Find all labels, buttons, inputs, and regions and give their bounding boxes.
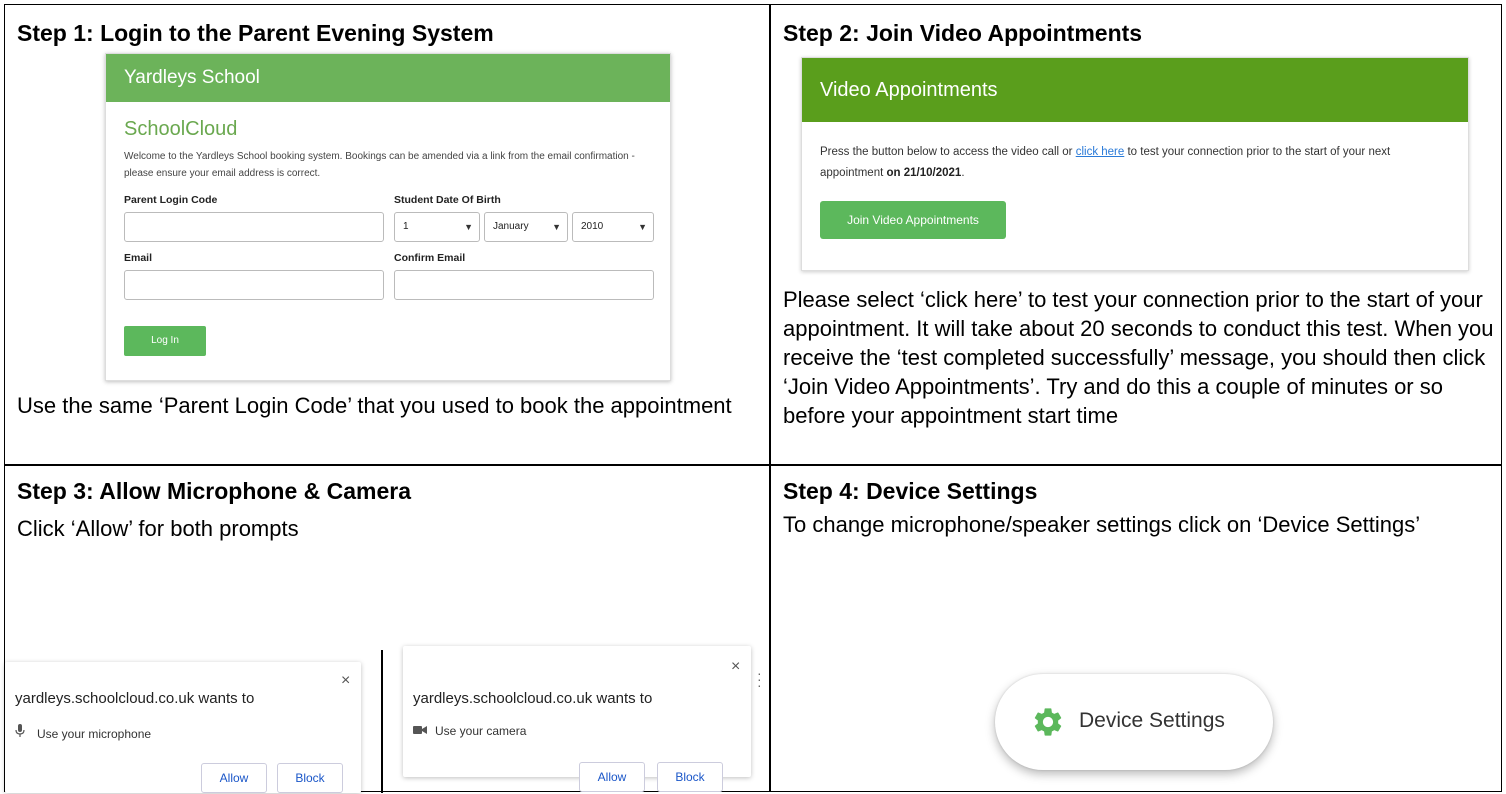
click-here-link[interactable]: click here <box>1076 146 1125 158</box>
video-text-end: . <box>961 167 965 179</box>
confirm-email-input[interactable] <box>394 270 654 300</box>
block-button[interactable]: Block <box>277 763 343 793</box>
more-vert-icon: · · · <box>757 665 762 693</box>
permission-text: Use your microphone <box>37 727 152 741</box>
dob-day-select[interactable]: 1 ▼ <box>394 212 480 242</box>
dob-year-value: 2010 <box>581 221 604 232</box>
step3-cell: Step 3: Allow Microphone & Camera Click … <box>5 466 769 793</box>
email-label: Email <box>124 252 153 264</box>
permission-text: Use your camera <box>435 724 527 738</box>
prompt-site-text: yardleys.schoolcloud.co.uk wants to <box>413 690 653 707</box>
dob-day-value: 1 <box>403 221 409 232</box>
email-input[interactable] <box>124 270 384 300</box>
dob-label: Student Date Of Birth <box>394 194 501 206</box>
instructions-table: Step 1: Login to the Parent Evening Syst… <box>4 4 1503 793</box>
step4-caption: To change microphone/speaker settings cl… <box>783 512 1421 537</box>
permission-row: Use your microphone <box>15 724 151 741</box>
dob-month-value: January <box>493 221 529 232</box>
login-code-label: Parent Login Code <box>124 194 218 206</box>
step4-cell: Step 4: Device Settings To change microp… <box>771 466 1503 793</box>
appointment-date: on 21/10/2021 <box>886 167 962 179</box>
device-settings-label: Device Settings <box>1079 709 1225 732</box>
prompt-divider <box>381 650 383 793</box>
device-settings-button[interactable]: Device Settings <box>995 674 1273 770</box>
login-button[interactable]: Log In <box>124 326 206 356</box>
step1-caption: Use the same ‘Parent Login Code’ that yo… <box>17 393 732 418</box>
login-header: Yardleys School <box>106 54 670 102</box>
step2-title: Step 2: Join Video Appointments <box>783 20 1143 46</box>
close-icon[interactable]: × <box>731 658 740 676</box>
step2-caption: Please select ‘click here’ to test your … <box>783 287 1494 428</box>
video-instructions: Press the button below to access the vid… <box>820 142 1450 184</box>
microphone-prompt: yardleys.schoolcloud.co.uk wants to × Us… <box>5 662 361 793</box>
step4-title: Step 4: Device Settings <box>783 478 1038 504</box>
login-code-input[interactable] <box>124 212 384 242</box>
close-icon[interactable]: × <box>341 672 350 690</box>
schoolcloud-title: SchoolCloud <box>124 118 238 140</box>
step3-caption: Click ‘Allow’ for both prompts <box>17 516 299 541</box>
step2-cell: Step 2: Join Video Appointments Video Ap… <box>771 5 1503 464</box>
chevron-down-icon: ▼ <box>638 222 647 232</box>
prompt-site-text: yardleys.schoolcloud.co.uk wants to <box>15 690 255 707</box>
step3-title: Step 3: Allow Microphone & Camera <box>17 478 412 504</box>
camera-prompt: yardleys.schoolcloud.co.uk wants to × Us… <box>403 646 751 792</box>
video-header: Video Appointments <box>802 58 1468 122</box>
block-button[interactable]: Block <box>657 762 723 792</box>
permission-row: Use your camera <box>413 724 526 738</box>
step1-title: Step 1: Login to the Parent Evening Syst… <box>17 20 494 46</box>
allow-button[interactable]: Allow <box>579 762 645 792</box>
microphone-icon <box>15 724 37 741</box>
dob-year-select[interactable]: 2010 ▼ <box>572 212 654 242</box>
welcome-text: Welcome to the Yardleys School booking s… <box>124 151 635 179</box>
dob-month-select[interactable]: January ▼ <box>484 212 568 242</box>
gear-icon <box>1034 708 1062 736</box>
chevron-down-icon: ▼ <box>552 222 561 232</box>
step1-cell: Step 1: Login to the Parent Evening Syst… <box>5 5 769 464</box>
video-text-start: Press the button below to access the vid… <box>820 146 1076 158</box>
camera-icon <box>413 724 435 738</box>
confirm-email-label: Confirm Email <box>394 252 466 264</box>
allow-button[interactable]: Allow <box>201 763 267 793</box>
chevron-down-icon: ▼ <box>464 222 473 232</box>
join-video-button[interactable]: Join Video Appointments <box>820 201 1006 239</box>
login-card: Yardleys School SchoolCloud Welcome to t… <box>105 53 671 381</box>
video-appointments-card: Video Appointments Press the button belo… <box>801 57 1469 271</box>
